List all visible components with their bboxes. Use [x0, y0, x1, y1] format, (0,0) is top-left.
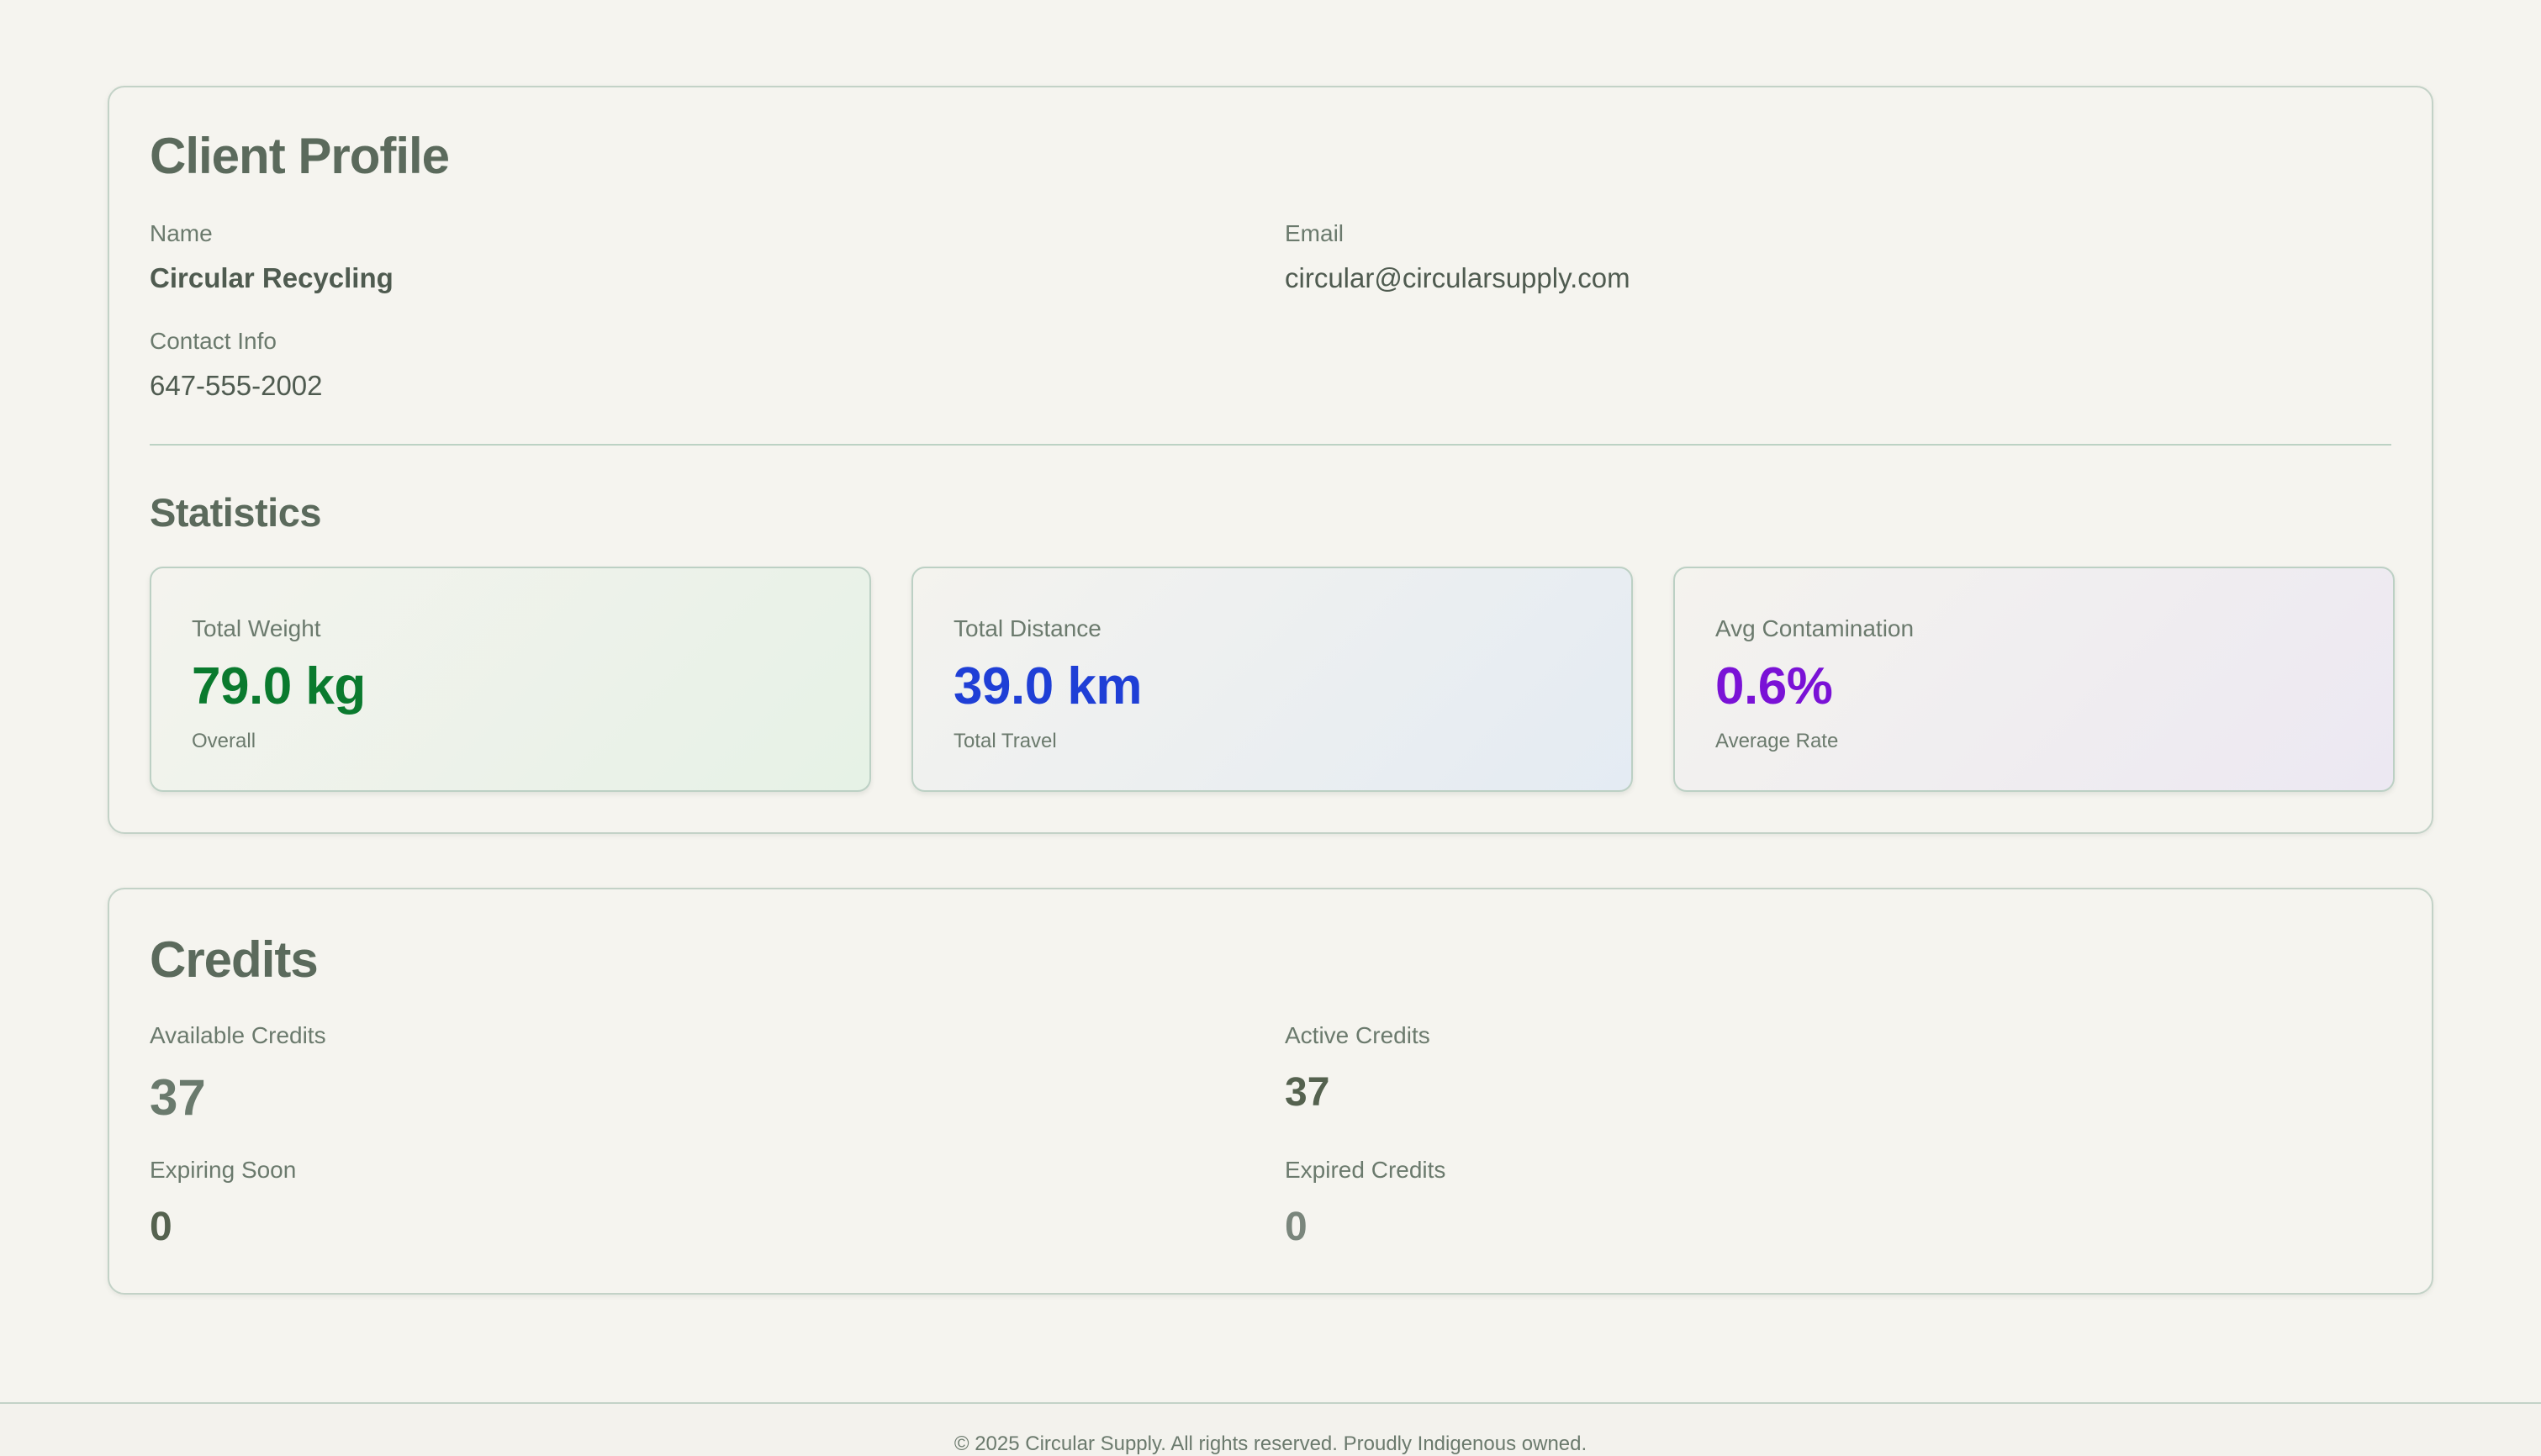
name-label: Name — [150, 220, 213, 246]
avg-contamination-value: 0.6% — [1715, 657, 1833, 715]
contact-info-value: 647-555-2002 — [150, 370, 323, 401]
active-credits-value: 37 — [1285, 1070, 1330, 1115]
total-weight-label: Total Weight — [192, 615, 321, 641]
client-profile-title: Client Profile — [150, 128, 450, 184]
client-profile-card: Client Profile Name Circular Recycling E… — [108, 86, 2433, 834]
page: Client Profile Name Circular Recycling E… — [0, 0, 2541, 1456]
footer-copyright: © 2025 Circular Supply. All rights reser… — [954, 1432, 1587, 1455]
total-distance-card: Total Distance 39.0 km Total Travel — [911, 567, 1633, 792]
total-weight-value: 79.0 kg — [192, 657, 366, 715]
email-label: Email — [1285, 220, 1344, 246]
active-credits-label: Active Credits — [1285, 1022, 1430, 1048]
statistics-title: Statistics — [150, 490, 321, 535]
section-divider — [150, 444, 2391, 446]
expiring-soon-label: Expiring Soon — [150, 1157, 297, 1183]
credits-title: Credits — [150, 931, 319, 988]
expiring-soon-value: 0 — [150, 1205, 172, 1249]
expired-credits-label: Expired Credits — [1285, 1157, 1446, 1183]
avg-contamination-card: Avg Contamination 0.6% Average Rate — [1673, 567, 2395, 792]
contact-info-label: Contact Info — [150, 328, 277, 354]
total-distance-value: 39.0 km — [954, 657, 1143, 715]
total-distance-sub: Total Travel — [954, 730, 1057, 752]
credits-card: Credits Available Credits 37 Active Cred… — [108, 888, 2433, 1295]
name-value: Circular Recycling — [150, 262, 394, 293]
email-value[interactable]: circular@circularsupply.com — [1285, 264, 1630, 292]
page-footer: © 2025 Circular Supply. All rights reser… — [0, 1402, 2541, 1456]
available-credits-value: 37 — [150, 1069, 206, 1126]
available-credits-label: Available Credits — [150, 1022, 326, 1048]
total-weight-card: Total Weight 79.0 kg Overall — [150, 567, 871, 792]
total-weight-sub: Overall — [192, 730, 256, 752]
avg-contamination-label: Avg Contamination — [1715, 615, 1915, 641]
expired-credits-value: 0 — [1285, 1205, 1307, 1249]
total-distance-label: Total Distance — [954, 615, 1101, 641]
avg-contamination-sub: Average Rate — [1715, 730, 1839, 752]
